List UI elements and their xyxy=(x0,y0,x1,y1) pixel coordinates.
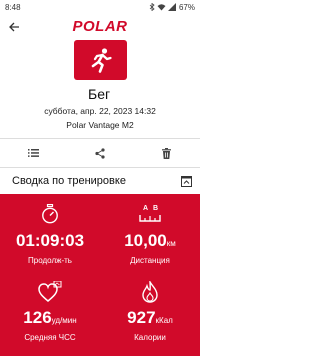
svg-text:B: B xyxy=(153,205,158,212)
logo-text: POLAR xyxy=(72,18,128,35)
status-bar: 8:48 67% xyxy=(0,0,200,14)
metric-icon-wrap: A B xyxy=(100,204,200,224)
heart-rate-value: 126 xyxy=(23,308,52,327)
distance-icon: A B xyxy=(139,205,161,222)
arrow-back-icon xyxy=(8,22,19,32)
svg-text:A: A xyxy=(143,205,148,212)
heart-rate-label: Средняя ЧСС xyxy=(24,333,76,342)
device-name: Polar Vantage M2 xyxy=(66,120,134,130)
calories-unit: кКал xyxy=(155,316,173,325)
summary-header: Сводка по тренировке xyxy=(0,170,200,192)
distance-value: 10,00 xyxy=(124,231,167,250)
calories-value: 927 xyxy=(127,308,156,327)
summary-panel: 01:09:03 Продолж-ть A B 10,00км Дистанци… xyxy=(0,194,200,356)
calories-label: Калории xyxy=(134,333,166,342)
metric-icon-wrap xyxy=(0,281,100,303)
share-button[interactable] xyxy=(80,139,120,167)
session-date: суббота, апр. 22, 2023 14:32 xyxy=(44,106,156,116)
metric-heart-rate: 126уд/мин Средняя ЧСС xyxy=(0,275,100,356)
heart-rate-icon xyxy=(38,281,62,302)
heart-rate-unit: уд/мин xyxy=(51,316,77,325)
distance-label: Дистанция xyxy=(130,256,170,265)
summary-expand-button[interactable] xyxy=(179,174,193,188)
metric-value: 01:09:03 xyxy=(0,231,100,251)
status-icons: 67% xyxy=(149,3,195,12)
expand-card-icon xyxy=(180,175,192,187)
calories-flame-icon xyxy=(142,281,158,303)
share-icon xyxy=(95,147,105,159)
list-icon xyxy=(27,149,39,157)
metric-calories: 927кКал Калории xyxy=(100,275,200,356)
metric-value: 10,00км xyxy=(100,231,200,251)
battery-percent: 67% xyxy=(178,2,195,12)
back-button[interactable] xyxy=(0,14,28,40)
signal-icon xyxy=(167,3,176,11)
metric-distance: A B 10,00км Дистанция xyxy=(100,194,200,275)
action-toolbar xyxy=(0,138,200,168)
runner-icon xyxy=(91,48,112,73)
duration-label: Продолж-ть xyxy=(28,256,72,265)
app-bar: POLAR xyxy=(0,14,200,40)
wifi-icon xyxy=(157,4,166,11)
metric-icon-wrap xyxy=(0,204,100,224)
summary-title: Сводка по тренировке xyxy=(12,175,126,187)
list-button[interactable] xyxy=(13,139,53,167)
bluetooth-icon xyxy=(149,3,155,11)
delete-button[interactable] xyxy=(147,139,187,167)
metric-icon-wrap xyxy=(100,281,200,303)
metric-duration: 01:09:03 Продолж-ть xyxy=(0,194,100,275)
metric-value: 126уд/мин xyxy=(0,308,100,328)
duration-value: 01:09:03 xyxy=(15,231,85,250)
running-sport-icon xyxy=(74,40,127,80)
polar-logo: POLAR xyxy=(0,18,200,36)
status-time: 8:48 xyxy=(5,2,21,12)
sport-name: Бег xyxy=(88,86,111,102)
stopwatch-icon xyxy=(42,204,58,224)
metric-value: 927кКал xyxy=(100,308,200,328)
trash-icon xyxy=(162,147,172,159)
distance-unit: км xyxy=(166,239,176,248)
